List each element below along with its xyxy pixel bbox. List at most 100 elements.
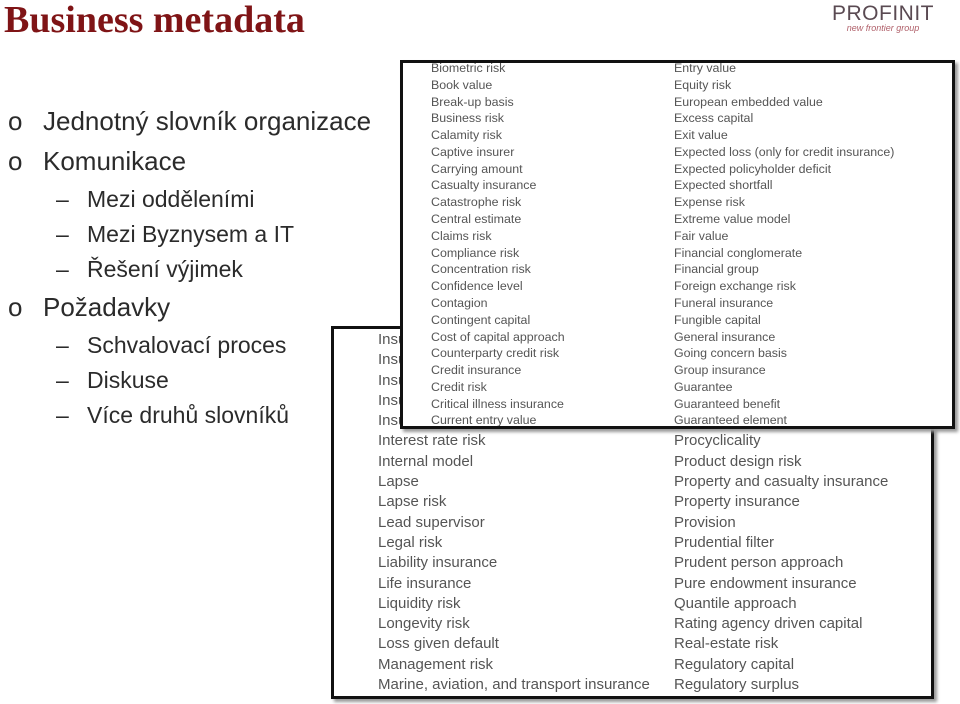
bullet-item: – Mezi Byznysem a IT: [56, 221, 294, 248]
glossary-term: Loss given default: [378, 635, 499, 653]
bullet-marker: –: [56, 367, 69, 393]
glossary-term: Contagion: [431, 295, 488, 310]
glossary-term: Liquidity risk: [378, 594, 461, 612]
glossary-term: Group insurance: [674, 363, 766, 378]
bullet-item: o Komunikace: [8, 146, 186, 177]
glossary-term: Rating agency driven capital: [674, 615, 863, 633]
glossary-term: Guaranteed benefit: [674, 396, 781, 411]
glossary-term: Contingent capital: [431, 312, 531, 327]
glossary-term: Expected policyholder deficit: [674, 161, 832, 176]
glossary-term: Calamity risk: [431, 128, 502, 143]
glossary-term: Real-estate risk: [674, 635, 779, 653]
glossary-term: Extreme value model: [674, 212, 791, 227]
bullet-item: – Mezi odděleními: [56, 186, 254, 213]
bullet-text: Řešení výjimek: [87, 256, 243, 282]
glossary-term: Expense risk: [674, 195, 745, 210]
bullet-text: Schvalovací proces: [87, 332, 287, 358]
glossary-term: Pure endowment insurance: [674, 574, 857, 592]
glossary-term: Catastrophe risk: [431, 195, 522, 210]
glossary-term: Product design risk: [674, 452, 802, 470]
bullet-marker: –: [56, 402, 69, 428]
glossary-term: Prudent person approach: [674, 554, 844, 572]
glossary-term: Carrying amount: [431, 161, 523, 176]
bullet-item: – Více druhů slovníků: [56, 402, 289, 429]
glossary-term: Counterparty credit risk: [431, 346, 560, 361]
bullet-item: – Řešení výjimek: [56, 256, 243, 283]
glossary-term: Concentration risk: [431, 262, 531, 277]
glossary-term: Management risk: [378, 655, 494, 673]
glossary-term: Financial conglomerate: [674, 245, 803, 260]
bullet-text: Mezi odděleními: [87, 186, 255, 212]
glossary-column-right: Entry value Equity risk European embedded …: [674, 61, 895, 428]
glossary-term: Equity risk: [674, 77, 732, 92]
glossary-term: Provision: [674, 513, 736, 531]
glossary-term: Going concern basis: [674, 346, 787, 361]
profinit-logo: PROFINIT new frontier group: [832, 2, 934, 33]
glossary-term: Casualty insurance: [431, 178, 537, 193]
bullet-marker: –: [56, 186, 69, 212]
glossary-term: Regulatory surplus: [674, 676, 800, 694]
glossary-term: Credit risk: [431, 379, 487, 394]
glossary-term: Entry value: [674, 61, 736, 75]
glossary-term: Book value: [431, 77, 493, 92]
bullet-text: Požadavky: [43, 292, 171, 322]
bullet-marker: –: [56, 221, 69, 247]
glossary-term: Prudential filter: [674, 533, 775, 551]
glossary-term: Expected shortfall: [674, 178, 773, 193]
glossary-term: Business risk: [431, 111, 504, 126]
bullet-marker: o: [8, 106, 23, 136]
bullet-item: o Jednotný slovník organizace: [8, 106, 371, 137]
bullet-item: o Požadavky: [8, 292, 170, 323]
glossary-term: Longevity risk: [378, 615, 470, 633]
bullet-marker: o: [8, 146, 23, 176]
glossary-term: Current entry value: [431, 413, 537, 428]
glossary-term: Procyclicality: [674, 432, 761, 450]
glossary-term: Excess capital: [674, 111, 754, 126]
bullet-item: – Diskuse: [56, 367, 169, 394]
glossary-term: Liability insurance: [378, 554, 498, 572]
glossary-term: General insurance: [674, 329, 776, 344]
glossary-term: Lapse: [378, 473, 419, 491]
glossary-term: Guaranteed element: [674, 413, 787, 428]
glossary-term: Fungible capital: [674, 312, 761, 327]
glossary-term: Lapse risk: [378, 493, 447, 511]
glossary-term: Critical illness insurance: [431, 396, 564, 411]
glossary-term: Legal risk: [378, 533, 443, 551]
bullet-marker: o: [8, 292, 23, 322]
glossary-term: Compliance risk: [431, 245, 520, 260]
bullet-item: – Schvalovací proces: [56, 332, 286, 359]
glossary-term: European embedded value: [674, 94, 823, 109]
glossary-term: Cost of capital approach: [431, 329, 565, 344]
slide-title: Business metadata: [4, 0, 305, 41]
glossary-term: Regulatory capital: [674, 655, 795, 673]
bullet-text: Jednotný slovník organizace: [43, 106, 372, 136]
glossary-term: Lead supervisor: [378, 513, 485, 531]
glossary-term: Exit value: [674, 128, 728, 143]
bullet-marker: –: [56, 332, 69, 358]
glossary-term: Guarantee: [674, 379, 733, 394]
glossary-column-left: Biometric risk Book value Break-up basis Bu…: [431, 61, 565, 428]
glossary-screenshot-front: Biometric risk Book value Break-up basis Bu…: [400, 60, 955, 429]
glossary-term: Financial group: [674, 262, 759, 277]
bullet-marker: –: [56, 256, 69, 282]
glossary-term: Interest rate risk: [378, 432, 486, 450]
bullet-text: Více druhů slovníků: [87, 402, 290, 428]
glossary-term: Foreign exchange risk: [674, 279, 796, 294]
glossary-term: Claims risk: [431, 228, 492, 243]
glossary-term: Life insurance: [378, 574, 472, 592]
glossary-term: Property insurance: [674, 493, 800, 511]
glossary-term: Fair value: [674, 228, 729, 243]
glossary-term: Marine, aviation, and transport insuranc…: [378, 676, 650, 694]
glossary-term: Expected loss (only for credit insurance…: [674, 144, 895, 159]
glossary-term: Quantile approach: [674, 594, 797, 612]
glossary-term: Confidence level: [431, 279, 523, 294]
glossary-term: Central estimate: [431, 212, 522, 227]
glossary-term: Internal model: [378, 452, 474, 470]
glossary-term: Break-up basis: [431, 94, 514, 109]
glossary-term: Biometric risk: [431, 61, 506, 75]
glossary-term: Credit insurance: [431, 363, 522, 378]
bullet-text: Diskuse: [87, 367, 169, 393]
glossary-term: Funeral insurance: [674, 295, 774, 310]
bullet-text: Mezi Byznysem a IT: [87, 221, 295, 247]
bullet-text: Komunikace: [43, 146, 187, 176]
